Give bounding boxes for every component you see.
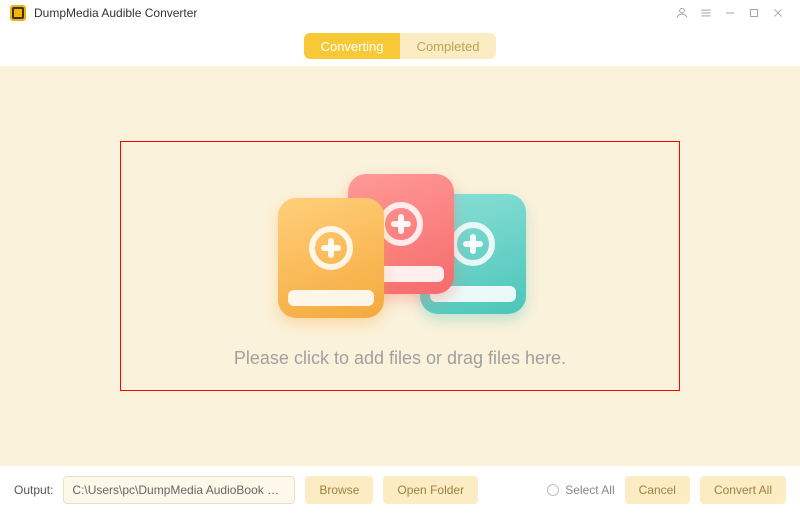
menu-icon[interactable]	[694, 1, 718, 25]
footer-bar: Output: Browse Open Folder Select All Ca…	[0, 466, 800, 514]
tab-completed[interactable]: Completed	[400, 33, 496, 59]
open-folder-button[interactable]: Open Folder	[383, 476, 478, 504]
book-icon-orange	[278, 198, 384, 318]
app-title: DumpMedia Audible Converter	[34, 6, 197, 20]
tab-bar: Converting Completed	[0, 26, 800, 66]
close-button[interactable]	[766, 1, 790, 25]
tabs: Converting Completed	[304, 33, 496, 59]
radio-icon	[547, 484, 559, 496]
cancel-button[interactable]: Cancel	[625, 476, 690, 504]
convert-all-button[interactable]: Convert All	[700, 476, 786, 504]
select-all-label: Select All	[565, 483, 614, 497]
minimize-button[interactable]	[718, 1, 742, 25]
output-label: Output:	[14, 483, 53, 497]
output-path-input[interactable]	[63, 476, 295, 504]
select-all-toggle[interactable]: Select All	[547, 483, 614, 497]
content-area: Please click to add files or drag files …	[0, 66, 800, 466]
tab-converting[interactable]: Converting	[304, 33, 400, 59]
browse-button[interactable]: Browse	[305, 476, 373, 504]
app-icon	[10, 5, 26, 21]
account-icon[interactable]	[670, 1, 694, 25]
dropzone-hint: Please click to add files or drag files …	[234, 348, 566, 369]
books-illustration	[260, 174, 540, 324]
title-bar: DumpMedia Audible Converter	[0, 0, 800, 26]
maximize-button[interactable]	[742, 1, 766, 25]
file-dropzone[interactable]: Please click to add files or drag files …	[120, 141, 680, 391]
